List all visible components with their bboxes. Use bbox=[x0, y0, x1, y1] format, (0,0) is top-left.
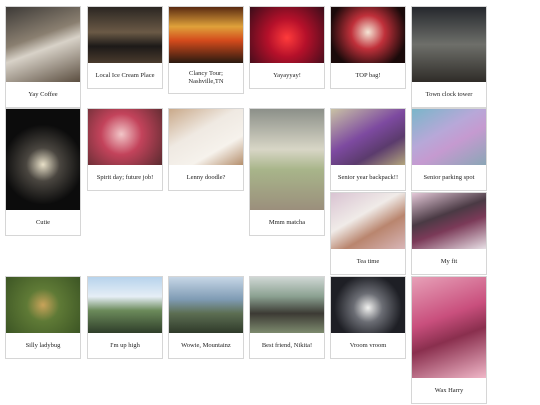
photo-caption: Senior year backpack!! bbox=[337, 173, 399, 181]
photo-caption: TOP bag! bbox=[355, 71, 381, 79]
photo-caption: Local Ice Cream Place bbox=[95, 71, 155, 79]
photo-caption: Senior parking spot bbox=[423, 173, 475, 181]
photo-thumbnail[interactable] bbox=[250, 7, 324, 63]
photo-thumbnail[interactable] bbox=[331, 277, 405, 333]
photo-card[interactable]: Wax Harry bbox=[411, 276, 487, 404]
photo-caption: Silly ladybug bbox=[25, 341, 61, 349]
photo-caption: Lenny doodle? bbox=[186, 173, 226, 181]
photo-caption: Clancy Tour; Nashville,TN bbox=[188, 70, 224, 85]
photo-thumbnail[interactable] bbox=[169, 7, 243, 63]
photo-thumbnail[interactable] bbox=[169, 109, 243, 165]
photo-thumbnail[interactable] bbox=[331, 7, 405, 63]
photo-thumbnail[interactable] bbox=[250, 109, 324, 210]
photo-card[interactable]: Best friend, Nikita! bbox=[249, 276, 325, 359]
photo-card[interactable]: Town clock tower bbox=[411, 6, 487, 108]
photo-thumbnail[interactable] bbox=[412, 277, 486, 378]
photo-thumbnail[interactable] bbox=[88, 7, 162, 63]
photo-card[interactable]: Senior parking spot bbox=[411, 108, 487, 191]
photo-caption: Vroom vroom bbox=[349, 341, 387, 349]
photo-card[interactable]: Vroom vroom bbox=[330, 276, 406, 359]
photo-caption: Wax Harry bbox=[434, 386, 464, 394]
photo-card[interactable]: Cutie bbox=[5, 108, 81, 236]
photo-thumbnail[interactable] bbox=[6, 277, 80, 333]
photo-thumbnail[interactable] bbox=[169, 277, 243, 333]
photo-thumbnail[interactable] bbox=[412, 109, 486, 165]
photo-card[interactable]: Clancy Tour; Nashville,TN bbox=[168, 6, 244, 94]
photo-card[interactable]: TOP bag! bbox=[330, 6, 406, 89]
photo-card[interactable]: Silly ladybug bbox=[5, 276, 81, 359]
photo-caption: I'm up high bbox=[110, 341, 140, 349]
photo-card[interactable]: Yay Coffee bbox=[5, 6, 81, 108]
photo-thumbnail[interactable] bbox=[412, 7, 486, 82]
photo-caption: Yay Coffee bbox=[28, 90, 58, 98]
photo-thumbnail[interactable] bbox=[331, 109, 405, 165]
photo-caption: Tea time bbox=[356, 257, 380, 265]
photo-thumbnail[interactable] bbox=[6, 7, 80, 82]
photo-card[interactable]: Wowie, Mountainz bbox=[168, 276, 244, 359]
photo-card[interactable]: Lenny doodle? bbox=[168, 108, 244, 191]
photo-caption: Spirit day; future job! bbox=[96, 173, 154, 181]
photo-card[interactable]: Senior year backpack!! bbox=[330, 108, 406, 191]
photo-card[interactable]: My fit bbox=[411, 192, 487, 275]
photo-thumbnail[interactable] bbox=[88, 109, 162, 165]
photo-card[interactable]: Local Ice Cream Place bbox=[87, 6, 163, 89]
photo-card[interactable]: Tea time bbox=[330, 192, 406, 275]
photo-card[interactable]: Spirit day; future job! bbox=[87, 108, 163, 191]
photo-thumbnail[interactable] bbox=[412, 193, 486, 249]
photo-caption: Yayayyay! bbox=[273, 71, 301, 79]
photo-caption: Best friend, Nikita! bbox=[261, 341, 313, 349]
photo-card[interactable]: Mmm matcha bbox=[249, 108, 325, 236]
photo-caption: Cutie bbox=[35, 218, 51, 226]
photo-card[interactable]: Yayayyay! bbox=[249, 6, 325, 89]
photo-thumbnail[interactable] bbox=[331, 193, 405, 249]
photo-card[interactable]: I'm up high bbox=[87, 276, 163, 359]
photo-caption: Wowie, Mountainz bbox=[181, 341, 231, 349]
photo-caption: My fit bbox=[440, 257, 458, 265]
photo-caption: Mmm matcha bbox=[268, 218, 306, 226]
photo-thumbnail[interactable] bbox=[6, 109, 80, 210]
photo-thumbnail[interactable] bbox=[250, 277, 324, 333]
photo-caption: Town clock tower bbox=[425, 90, 473, 98]
photo-thumbnail[interactable] bbox=[88, 277, 162, 333]
